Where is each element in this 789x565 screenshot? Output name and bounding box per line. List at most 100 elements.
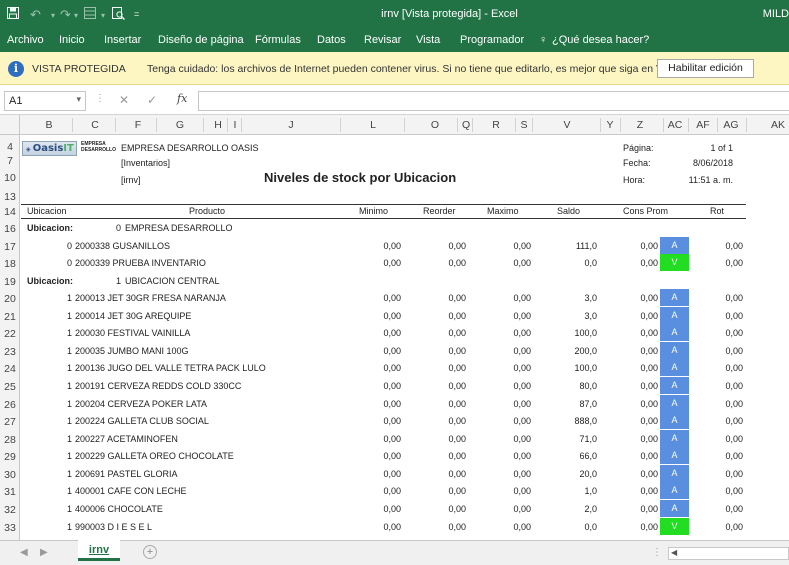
col-header-ak[interactable]: AK xyxy=(768,119,788,131)
col-header-q[interactable]: Q xyxy=(462,119,470,131)
add-sheet-button[interactable]: + xyxy=(143,545,157,559)
tab-diseno-pagina[interactable]: Diseño de página xyxy=(158,34,244,46)
cell-producto: 400001 CAFE CON LECHE xyxy=(75,486,187,496)
scroll-left-arrow-icon[interactable]: ◀ xyxy=(671,548,677,557)
row-header[interactable]: 23 xyxy=(0,346,20,358)
group-code: 1 xyxy=(115,276,121,286)
name-box[interactable]: A1 ▾ xyxy=(4,91,86,111)
tab-programador[interactable]: Programador xyxy=(460,34,524,46)
scroll-right-icon[interactable]: ▶ xyxy=(40,547,48,558)
col-header-ac[interactable]: AC xyxy=(666,119,684,131)
row-header[interactable]: 17 xyxy=(0,241,20,253)
row-header[interactable]: 22 xyxy=(0,328,20,340)
col-header-ag[interactable]: AG xyxy=(721,119,741,131)
col-header-y[interactable]: Y xyxy=(605,119,615,131)
row-header[interactable]: 30 xyxy=(0,469,20,481)
cell-saldo: 0,0 xyxy=(584,258,597,268)
col-header-s[interactable]: S xyxy=(519,119,529,131)
cell-cons-prom: 0,00 xyxy=(640,522,658,532)
group-code: 0 xyxy=(115,223,121,233)
col-header-h[interactable]: H xyxy=(211,119,225,131)
row-header[interactable]: 26 xyxy=(0,399,20,411)
lightbulb-icon[interactable]: ♀ xyxy=(539,34,547,46)
row-header[interactable]: 13 xyxy=(0,191,20,203)
worksheet-grid[interactable]: ◈ OasisIT EMPRESA DESARROLLO EMPRESA DESA… xyxy=(21,135,789,540)
cell-maximo: 0,00 xyxy=(513,504,531,514)
status-badge: A xyxy=(660,359,689,376)
cell-rot: 0,00 xyxy=(725,522,743,532)
row-header[interactable]: 10 xyxy=(0,172,20,184)
col-header-o[interactable]: O xyxy=(428,119,442,131)
scroll-left-icon[interactable]: ◀ xyxy=(20,547,28,558)
enable-editing-button[interactable]: Habilitar edición xyxy=(657,59,754,78)
cell-loc: 1 xyxy=(66,451,72,461)
formula-input[interactable] xyxy=(198,91,789,111)
col-header-l[interactable]: L xyxy=(366,119,380,131)
cell-minimo: 0,00 xyxy=(383,346,401,356)
col-header-v[interactable]: V xyxy=(560,119,574,131)
col-header-b[interactable]: B xyxy=(42,119,56,131)
cell-reorder: 0,00 xyxy=(448,504,466,514)
cell-reorder: 0,00 xyxy=(448,258,466,268)
status-badge: A xyxy=(660,342,689,359)
status-badge: A xyxy=(660,465,689,482)
row-header[interactable]: 20 xyxy=(0,293,20,305)
enter-icon[interactable]: ✓ xyxy=(147,93,157,107)
row-header[interactable]: 25 xyxy=(0,381,20,393)
tab-archivo[interactable]: Archivo xyxy=(7,34,44,46)
status-badge: A xyxy=(660,289,689,306)
cell-reorder: 0,00 xyxy=(448,416,466,426)
row-header[interactable]: 24 xyxy=(0,363,20,375)
horizontal-scrollbar[interactable]: ◀ xyxy=(668,547,789,560)
tab-inicio[interactable]: Inicio xyxy=(59,34,85,46)
col-header-c[interactable]: C xyxy=(88,119,102,131)
cell-loc: 1 xyxy=(66,293,72,303)
tab-revisar[interactable]: Revisar xyxy=(364,34,401,46)
select-all-corner[interactable] xyxy=(0,115,20,135)
insert-function-icon[interactable]: fx xyxy=(177,92,187,105)
col-header-af[interactable]: AF xyxy=(694,119,712,131)
tab-formulas[interactable]: Fórmulas xyxy=(255,34,301,46)
row-header[interactable]: 7 xyxy=(0,155,20,167)
cell-minimo: 0,00 xyxy=(383,258,401,268)
header-minimo: Minimo xyxy=(359,206,389,216)
col-header-z[interactable]: Z xyxy=(633,119,647,131)
row-header[interactable]: 31 xyxy=(0,486,20,498)
status-badge: A xyxy=(660,500,689,517)
user-name[interactable]: MILD xyxy=(763,8,789,20)
cell-reorder: 0,00 xyxy=(448,293,466,303)
row-header[interactable]: 14 xyxy=(0,206,20,218)
cell-rot: 0,00 xyxy=(725,469,743,479)
tab-insertar[interactable]: Insertar xyxy=(104,34,141,46)
row-header[interactable]: 16 xyxy=(0,223,20,235)
row-header[interactable]: 27 xyxy=(0,416,20,428)
row-header[interactable]: 4 xyxy=(0,141,20,153)
report-title: Niveles de stock por Ubicacion xyxy=(264,170,457,185)
row-header[interactable]: 18 xyxy=(0,258,20,270)
tell-me-search[interactable]: ¿Qué desea hacer? xyxy=(552,34,649,46)
tab-datos[interactable]: Datos xyxy=(317,34,346,46)
col-header-r[interactable]: R xyxy=(489,119,503,131)
cell-maximo: 0,00 xyxy=(513,416,531,426)
cell-producto: 200191 CERVEZA REDDS COLD 330CC xyxy=(75,381,242,391)
row-header[interactable]: 21 xyxy=(0,311,20,323)
row-header[interactable]: 29 xyxy=(0,451,20,463)
col-header-j[interactable]: J xyxy=(284,119,298,131)
cell-producto: 200229 GALLETA OREO CHOCOLATE xyxy=(75,451,234,461)
row-header[interactable]: 28 xyxy=(0,434,20,446)
cancel-icon[interactable]: ✕ xyxy=(119,93,129,107)
cell-maximo: 0,00 xyxy=(513,381,531,391)
cell-maximo: 0,00 xyxy=(513,434,531,444)
chevron-down-icon[interactable]: ▾ xyxy=(76,94,81,105)
row-header[interactable]: 19 xyxy=(0,276,20,288)
cell-maximo: 0,00 xyxy=(513,399,531,409)
col-header-f[interactable]: F xyxy=(131,119,145,131)
row-header[interactable]: 32 xyxy=(0,504,20,516)
sheet-tab-irnv[interactable]: irnv xyxy=(78,540,120,561)
tab-vista[interactable]: Vista xyxy=(416,34,440,46)
cell-cons-prom: 0,00 xyxy=(640,486,658,496)
row-header[interactable]: 33 xyxy=(0,522,20,534)
col-header-g[interactable]: G xyxy=(173,119,187,131)
col-header-i[interactable]: I xyxy=(231,119,239,131)
page-value: 1 of 1 xyxy=(710,143,733,153)
